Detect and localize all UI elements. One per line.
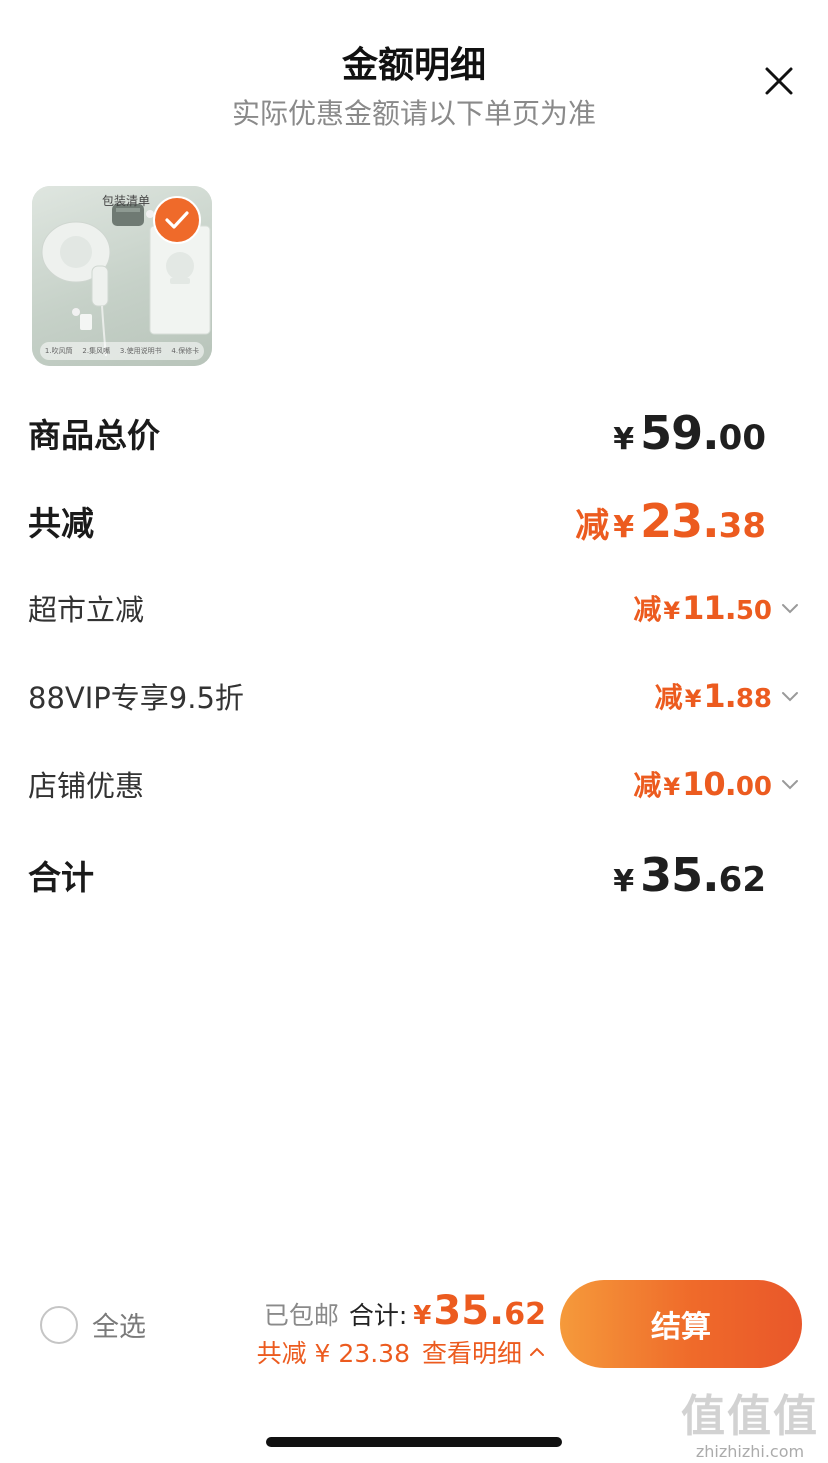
close-icon[interactable] xyxy=(758,60,800,102)
discount-amount: 减 ¥ 11. 50 xyxy=(633,588,772,628)
discount-label: 超市立减 xyxy=(28,593,145,627)
discount-prefix: 减 xyxy=(633,593,662,626)
amount-int: 23. xyxy=(640,494,719,548)
discount-amount-toggle[interactable]: 减 ¥ 11. 50 xyxy=(633,588,800,628)
total-amount: ¥ 35. 62 xyxy=(613,848,800,902)
sheet-title: 金额明细 xyxy=(341,45,486,86)
amount-dec: 50 xyxy=(735,596,772,626)
select-all-toggle[interactable]: 全选 xyxy=(40,1305,146,1344)
total-label: 合计 xyxy=(28,858,94,897)
discount-label: 88VIP专享9.5折 xyxy=(28,681,244,715)
discount-prefix: 减 xyxy=(575,506,610,546)
watermark: 值值值 zhizhizhi.com xyxy=(676,1380,824,1461)
discount-row-88vip[interactable]: 88VIP专享9.5折 减 ¥ 1. 88 xyxy=(28,666,800,726)
selected-check-icon[interactable] xyxy=(153,196,201,244)
thumb-part: 3.使用说明书 xyxy=(119,347,162,355)
select-all-label: 全选 xyxy=(92,1312,146,1343)
currency-symbol: ¥ xyxy=(684,685,702,713)
currency-symbol: ¥ xyxy=(663,773,681,801)
thumb-parts-strip: 1.吹风筒 2.集风嘴 3.使用说明书 4.保修卡 xyxy=(40,342,204,360)
watermark-url: zhizhizhi.com xyxy=(695,1442,805,1461)
thumb-caption: 包装清单 xyxy=(102,194,151,208)
amount-int: 11. xyxy=(682,589,737,627)
thumb-part: 2.集风嘴 xyxy=(82,347,111,355)
footer-savings-line: 共减 ¥ 23.38 查看明细 xyxy=(224,1334,546,1370)
total-discount-row: 共减 减 ¥ 23. 38 xyxy=(28,491,800,551)
discount-label: 店铺优惠 xyxy=(28,769,145,803)
chevron-up-icon xyxy=(530,1347,544,1356)
currency-symbol: ¥ xyxy=(613,422,635,457)
chevron-down-icon xyxy=(782,604,798,614)
shipping-status: 已包邮 xyxy=(263,1301,339,1330)
discount-row-supermarket[interactable]: 超市立减 减 ¥ 11. 50 xyxy=(28,578,800,638)
view-detail-link[interactable]: 查看明细 xyxy=(422,1334,546,1370)
currency-symbol: ¥ xyxy=(413,1301,432,1331)
amount-int: 35. xyxy=(433,1288,505,1334)
view-detail-label: 查看明细 xyxy=(421,1339,522,1368)
amount-dec: 00 xyxy=(718,418,766,458)
amount-int: 59. xyxy=(640,406,719,460)
subtotal-amount: ¥ 59. 00 xyxy=(613,406,800,460)
discount-amount-toggle[interactable]: 减 ¥ 10. 00 xyxy=(633,764,800,804)
footer-total-line: 已包邮 合计: ¥ 35. 62 xyxy=(250,1288,546,1334)
footer-savings: 共减 ¥ 23.38 xyxy=(256,1339,410,1368)
subtotal-label: 商品总价 xyxy=(28,416,160,455)
home-indicator[interactable] xyxy=(266,1437,562,1447)
discount-amount: 减 ¥ 1. 88 xyxy=(655,676,772,716)
checkout-bar: 全选 已包邮 合计: ¥ 35. 62 共减 ¥ 23.38 查看明细 结算 xyxy=(0,1276,828,1376)
amount-dec: 62 xyxy=(718,860,766,900)
sheet-subtitle: 实际优惠金额请以下单页为准 xyxy=(231,97,596,130)
select-all-radio[interactable] xyxy=(40,1305,78,1344)
currency-symbol: ¥ xyxy=(613,510,635,545)
subtotal-row: 商品总价 ¥ 59. 00 xyxy=(28,403,800,463)
discount-prefix: 减 xyxy=(633,769,662,802)
amount-detail-sheet: 金额明细 实际优惠金额请以下单页为准 包装清单 1.吹风筒 2.集风嘴 3.使用… xyxy=(0,0,828,1463)
amount-dec: 88 xyxy=(735,684,772,714)
chevron-down-icon xyxy=(782,692,798,702)
thumb-part: 4.保修卡 xyxy=(171,347,200,355)
currency-symbol: ¥ xyxy=(613,864,635,899)
amount-int: 1. xyxy=(703,677,736,715)
discount-row-store[interactable]: 店铺优惠 减 ¥ 10. 00 xyxy=(28,754,800,814)
watermark-logo: 值值值 xyxy=(681,1391,819,1442)
amount-dec: 38 xyxy=(718,506,766,546)
amount-int: 10. xyxy=(682,765,737,803)
total-row: 合计 ¥ 35. 62 xyxy=(28,845,800,905)
footer-total-label: 合计: xyxy=(348,1301,408,1330)
checkout-button[interactable]: 结算 xyxy=(560,1280,802,1368)
discount-prefix: 减 xyxy=(654,681,683,714)
total-discount-amount: 减 ¥ 23. 38 xyxy=(575,494,800,548)
footer-total-amount: ¥ 35. 62 xyxy=(413,1288,546,1334)
discount-amount-toggle[interactable]: 减 ¥ 1. 88 xyxy=(655,676,800,716)
discount-amount: 减 ¥ 10. 00 xyxy=(633,764,772,804)
currency-symbol: ¥ xyxy=(663,597,681,625)
thumb-part: 1.吹风筒 xyxy=(44,347,73,355)
amount-dec: 62 xyxy=(504,1297,546,1332)
amount-int: 35. xyxy=(640,848,719,902)
chevron-down-icon xyxy=(782,780,798,790)
total-discount-label: 共减 xyxy=(28,504,94,543)
amount-dec: 00 xyxy=(735,772,772,802)
